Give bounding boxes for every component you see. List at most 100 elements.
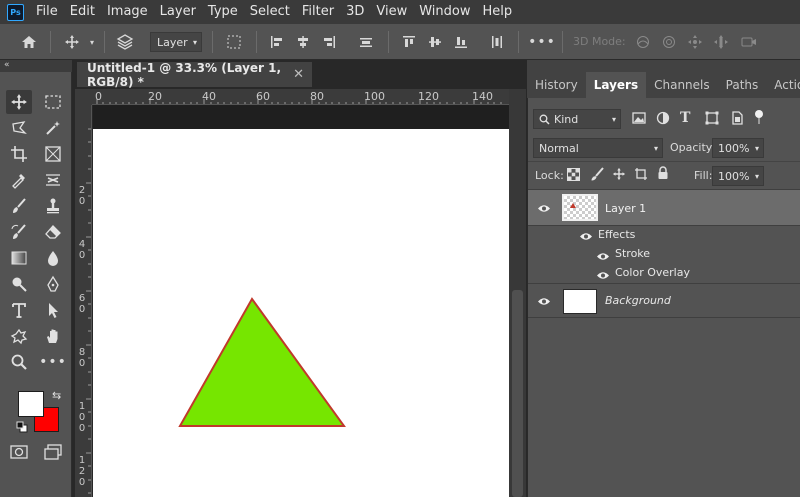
visibility-eye-icon[interactable]: [536, 296, 552, 306]
vertical-ruler[interactable]: 2 0 4 0 6 0 8 0 1 0 0 1 2 0: [75, 105, 92, 497]
menu-filter[interactable]: Filter: [296, 0, 340, 24]
tab-actions[interactable]: Actions: [766, 72, 800, 98]
distribute-horizontal-icon[interactable]: [486, 24, 508, 60]
pen-tool-icon[interactable]: [40, 272, 66, 296]
vertical-scrollbar-thumb[interactable]: [512, 290, 523, 497]
align-right-edges-icon[interactable]: [318, 24, 340, 60]
roll-3d-icon[interactable]: [658, 24, 680, 60]
menu-layer[interactable]: Layer: [154, 0, 202, 24]
ruler-origin[interactable]: [75, 89, 92, 105]
lock-image-pixels-icon[interactable]: [590, 167, 604, 184]
move-tool-icon[interactable]: [60, 24, 84, 60]
tab-history[interactable]: History: [527, 72, 586, 98]
tool-preset-chevron-down-icon[interactable]: ▾: [86, 24, 98, 60]
align-left-edges-icon[interactable]: [266, 24, 288, 60]
lock-artboard-icon[interactable]: [634, 167, 648, 184]
filter-toggle-icon[interactable]: [752, 108, 766, 129]
orbit-3d-icon[interactable]: [632, 24, 654, 60]
marquee-tool-icon[interactable]: [40, 90, 66, 114]
menu-3d[interactable]: 3D: [340, 0, 370, 24]
crop-tool-icon[interactable]: [6, 142, 32, 166]
zoom-tool-icon[interactable]: [6, 350, 32, 374]
eyedropper-tool-icon[interactable]: [6, 168, 32, 192]
dodge-tool-icon[interactable]: [6, 272, 32, 296]
clone-stamp-tool-icon[interactable]: [40, 194, 66, 218]
close-icon[interactable]: ✕: [293, 67, 304, 82]
visibility-eye-icon[interactable]: [595, 270, 611, 280]
tab-channels[interactable]: Channels: [646, 72, 718, 98]
tab-paths[interactable]: Paths: [718, 72, 767, 98]
filter-type-layers-icon[interactable]: T: [680, 110, 690, 126]
layer-thumbnail[interactable]: [562, 194, 598, 221]
hand-tool-icon[interactable]: [40, 324, 66, 348]
quick-mask-icon[interactable]: [6, 440, 32, 464]
align-bottom-edges-icon[interactable]: [450, 24, 472, 60]
blur-tool-icon[interactable]: [40, 246, 66, 270]
lasso-tool-icon[interactable]: [6, 116, 32, 140]
brush-tool-icon[interactable]: [6, 194, 32, 218]
fill-input[interactable]: 100% ▾: [712, 166, 764, 186]
layer-row-layer-1[interactable]: Layer 1: [528, 190, 800, 226]
lock-transparent-pixels-icon[interactable]: [567, 168, 580, 184]
layer-row-background[interactable]: Background: [528, 284, 800, 318]
swap-colors-icon[interactable]: ⇆: [52, 389, 61, 402]
foreground-color-swatch[interactable]: [18, 391, 44, 417]
menu-view[interactable]: View: [370, 0, 413, 24]
toolbar-collapse-button[interactable]: «: [0, 60, 72, 72]
blend-mode-dropdown[interactable]: Normal ▾: [533, 138, 663, 158]
filter-smart-objects-icon[interactable]: [730, 111, 744, 128]
filter-pixel-layers-icon[interactable]: [632, 111, 646, 128]
layer-thumbnail[interactable]: [563, 289, 597, 314]
move-tool-icon[interactable]: [6, 90, 32, 114]
distribute-vertical-icon[interactable]: [354, 24, 378, 60]
layer-name[interactable]: Background: [605, 294, 671, 307]
visibility-eye-icon[interactable]: [578, 231, 594, 241]
lock-position-icon[interactable]: [612, 167, 626, 184]
slide-3d-icon[interactable]: [710, 24, 732, 60]
menu-select[interactable]: Select: [244, 0, 296, 24]
menu-help[interactable]: Help: [477, 0, 519, 24]
type-tool-icon[interactable]: [6, 298, 32, 322]
document-canvas[interactable]: [93, 129, 509, 497]
frame-tool-icon[interactable]: [40, 142, 66, 166]
opacity-input[interactable]: 100% ▾: [712, 138, 764, 158]
scale-3d-camera-icon[interactable]: [738, 24, 760, 60]
tab-layers[interactable]: Layers: [585, 72, 647, 98]
align-top-edges-icon[interactable]: [398, 24, 420, 60]
custom-shape-tool-icon[interactable]: [6, 324, 32, 348]
drag-3d-icon[interactable]: [684, 24, 706, 60]
gradient-tool-icon[interactable]: [6, 246, 32, 270]
home-icon[interactable]: [16, 24, 42, 60]
history-brush-tool-icon[interactable]: [6, 220, 32, 244]
default-colors-icon[interactable]: [16, 421, 28, 436]
menu-window[interactable]: Window: [413, 0, 476, 24]
auto-select-layers-icon[interactable]: [112, 24, 138, 60]
align-horizontal-centers-icon[interactable]: [292, 24, 314, 60]
edit-toolbar-more-icon[interactable]: •••: [39, 350, 66, 374]
patch-tool-icon[interactable]: [40, 168, 66, 192]
align-vertical-centers-icon[interactable]: [424, 24, 446, 60]
visibility-eye-icon[interactable]: [536, 203, 552, 213]
visibility-eye-icon[interactable]: [595, 251, 611, 261]
menu-file[interactable]: File: [30, 0, 64, 24]
filter-adjustment-layers-icon[interactable]: [656, 111, 670, 128]
more-options-icon[interactable]: •••: [528, 24, 555, 60]
document-tab[interactable]: Untitled-1 @ 33.3% (Layer 1, RGB/8) * ✕: [77, 61, 312, 89]
layer-name[interactable]: Layer 1: [605, 202, 646, 215]
layer-effects-row[interactable]: Effects: [528, 226, 800, 246]
menu-edit[interactable]: Edit: [64, 0, 101, 24]
panel-collapse-bar[interactable]: [527, 60, 800, 72]
screen-mode-icon[interactable]: [40, 440, 66, 464]
menu-type[interactable]: Type: [202, 0, 244, 24]
eraser-tool-icon[interactable]: [40, 220, 66, 244]
effect-row-color-overlay[interactable]: Color Overlay: [528, 265, 800, 284]
filter-shape-layers-icon[interactable]: [705, 111, 719, 128]
magic-wand-tool-icon[interactable]: [40, 116, 66, 140]
layer-filter-kind-dropdown[interactable]: Kind ▾: [533, 109, 621, 129]
horizontal-ruler[interactable]: 0 20 40 60 80 100 120 140: [92, 89, 510, 105]
auto-select-target-dropdown[interactable]: Layer ▾: [150, 32, 202, 52]
green-triangle-shape[interactable]: [178, 297, 346, 427]
lock-all-icon[interactable]: [657, 166, 669, 183]
show-transform-controls-icon[interactable]: [222, 24, 246, 60]
effect-row-stroke[interactable]: Stroke: [528, 246, 800, 265]
